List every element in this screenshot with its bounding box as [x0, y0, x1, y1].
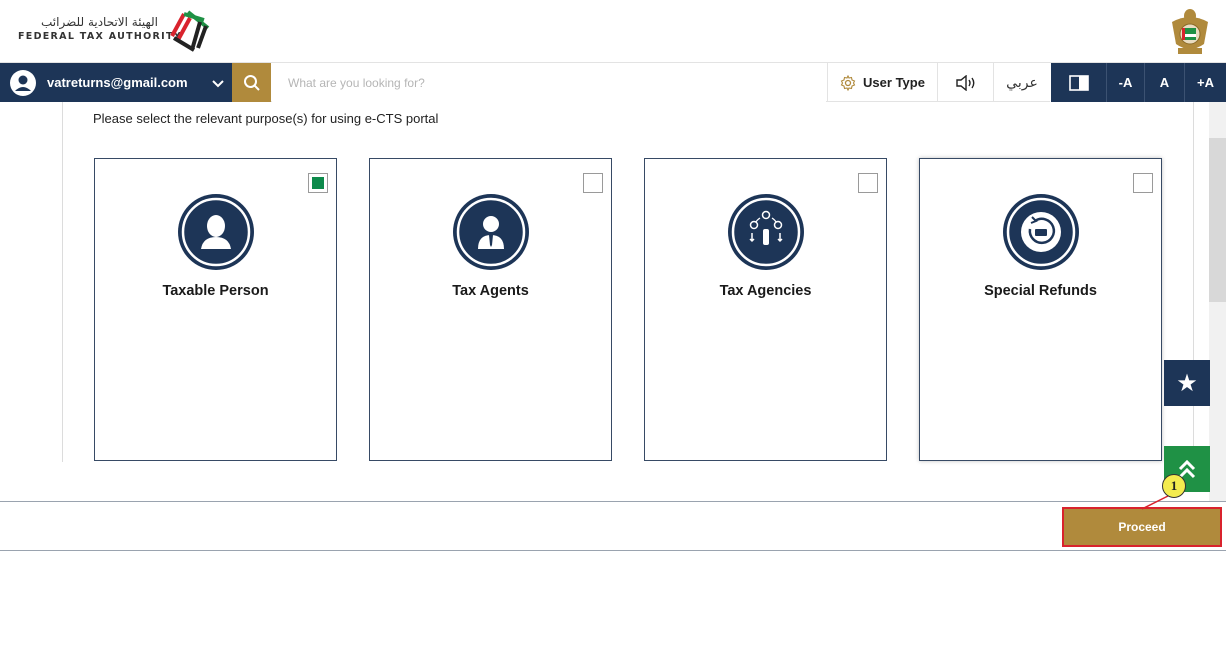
- user-account-menu[interactable]: vatreturns@gmail.com: [0, 63, 232, 102]
- fta-logo-mark-icon: [170, 10, 210, 52]
- tax-agencies-checkbox[interactable]: [858, 173, 878, 193]
- special-refunds-checkbox[interactable]: [1133, 173, 1153, 193]
- speaker-icon: [955, 74, 974, 91]
- proceed-button[interactable]: Proceed: [1062, 507, 1222, 547]
- text-to-speech-button[interactable]: [937, 63, 993, 102]
- site-header: الهيئة الاتحادية للضرائب FEDERAL TAX AUT…: [0, 0, 1226, 62]
- contrast-toggle[interactable]: [1050, 63, 1106, 102]
- uae-emblem-icon: [1172, 9, 1208, 54]
- card-label: Tax Agents: [452, 283, 529, 299]
- step-callout-badge: 1: [1162, 474, 1186, 498]
- card-label: Taxable Person: [162, 283, 269, 299]
- purpose-card-tax-agencies[interactable]: Tax Agencies: [644, 158, 887, 461]
- refund-icon: [1003, 194, 1079, 270]
- purpose-card-taxable-person[interactable]: Taxable Person: [94, 158, 337, 461]
- purpose-card-tax-agents[interactable]: Tax Agents: [369, 158, 612, 461]
- favorites-button[interactable]: ★: [1164, 360, 1210, 406]
- gear-icon: [840, 74, 856, 91]
- user-email: vatreturns@gmail.com: [47, 75, 188, 90]
- search-input[interactable]: [272, 63, 826, 102]
- person-icon: [178, 194, 254, 270]
- fta-logo[interactable]: الهيئة الاتحادية للضرائب FEDERAL TAX AUT…: [18, 6, 218, 56]
- logo-arabic-text: الهيئة الاتحادية للضرائب: [41, 15, 158, 29]
- search-icon: [243, 74, 260, 91]
- contrast-icon: [1068, 74, 1089, 91]
- taxable-person-checkbox[interactable]: [308, 173, 328, 193]
- page-scrollbar[interactable]: [1209, 102, 1226, 502]
- card-label: Tax Agencies: [719, 283, 812, 299]
- logo-english-text: FEDERAL TAX AUTHORITY: [18, 31, 182, 42]
- agent-icon: [453, 194, 529, 270]
- card-label: Special Refunds: [984, 283, 1097, 299]
- font-decrease-button[interactable]: -A: [1106, 63, 1144, 102]
- action-footer: [0, 501, 1226, 551]
- scrollbar-thumb[interactable]: [1209, 138, 1226, 302]
- user-type-label: User Type: [863, 75, 925, 90]
- purpose-prompt: Please select the relevant purpose(s) fo…: [93, 111, 439, 126]
- search-button[interactable]: [232, 63, 271, 102]
- chevron-down-icon: [212, 79, 224, 87]
- purpose-card-special-refunds[interactable]: Special Refunds: [919, 158, 1162, 461]
- font-normal-button[interactable]: A: [1144, 63, 1184, 102]
- language-toggle[interactable]: عربي: [993, 63, 1050, 102]
- utility-toolbar: vatreturns@gmail.com User Type عربي -A A: [0, 62, 1226, 102]
- user-avatar-icon: [10, 69, 36, 96]
- font-increase-button[interactable]: +A: [1184, 63, 1226, 102]
- user-type-button[interactable]: User Type: [827, 63, 937, 102]
- tax-agents-checkbox[interactable]: [583, 173, 603, 193]
- star-icon: ★: [1176, 369, 1198, 397]
- agencies-icon: [728, 194, 804, 270]
